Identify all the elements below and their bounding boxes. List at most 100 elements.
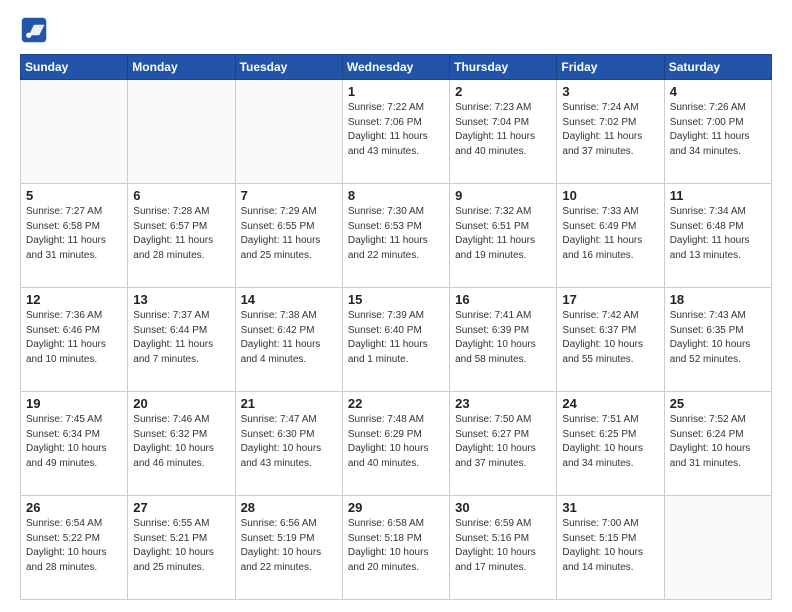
day-number: 23 bbox=[455, 396, 551, 411]
calendar-cell: 22 Sunrise: 7:48 AM Sunset: 6:29 PM Dayli… bbox=[342, 392, 449, 496]
calendar-cell: 17Sunrise: 7:42 AM Sunset: 6:37 PM Dayli… bbox=[557, 288, 664, 392]
day-info: Sunrise: 7:00 AM Sunset: 5:15 PM Dayligh… bbox=[562, 517, 658, 575]
day-number: 14 bbox=[241, 292, 337, 307]
calendar-cell: 27 Sunrise: 6:55 AM Sunset: 5:21 PM Dayli… bbox=[128, 496, 235, 600]
day-info: Sunrise: 6:55 AM Sunset: 5:21 PM Dayligh… bbox=[133, 517, 229, 575]
calendar-cell: 8 Sunrise: 7:30 AM Sunset: 6:53 PM Daylig… bbox=[342, 184, 449, 288]
calendar-cell: 3 Sunrise: 7:24 AM Sunset: 7:02 PM Daylig… bbox=[557, 80, 664, 184]
calendar-cell bbox=[128, 80, 235, 184]
day-info: Sunrise: 7:30 AM Sunset: 6:53 PM Dayligh… bbox=[348, 205, 444, 263]
day-number: 19 bbox=[26, 396, 122, 411]
calendar-cell: 6Sunrise: 7:28 AM Sunset: 6:57 PM Daylig… bbox=[128, 184, 235, 288]
day-info: Sunrise: 7:29 AM Sunset: 6:55 PM Dayligh… bbox=[241, 205, 337, 263]
week-row: 1 Sunrise: 7:22 AM Sunset: 7:06 PM Daylig… bbox=[21, 80, 772, 184]
day-info: Sunrise: 7:24 AM Sunset: 7:02 PM Dayligh… bbox=[562, 101, 658, 159]
calendar-table: SundayMondayTuesdayWednesdayThursdayFrid… bbox=[20, 54, 772, 600]
day-number: 26 bbox=[26, 500, 122, 515]
calendar-cell: 26 Sunrise: 6:54 AM Sunset: 5:22 PM Dayli… bbox=[21, 496, 128, 600]
calendar-cell: 12 Sunrise: 7:36 AM Sunset: 6:46 PM Dayli… bbox=[21, 288, 128, 392]
header bbox=[20, 16, 772, 44]
calendar-container: SundayMondayTuesdayWednesdayThursdayFrid… bbox=[0, 0, 792, 612]
calendar-cell bbox=[664, 496, 771, 600]
calendar-cell: 11 Sunrise: 7:34 AM Sunset: 6:48 PM Dayli… bbox=[664, 184, 771, 288]
dow-header: Wednesday bbox=[342, 55, 449, 80]
day-number: 31 bbox=[562, 500, 658, 515]
day-info: Sunrise: 7:34 AM Sunset: 6:48 PM Dayligh… bbox=[670, 205, 766, 263]
day-info: Sunrise: 6:58 AM Sunset: 5:18 PM Dayligh… bbox=[348, 517, 444, 575]
day-info: Sunrise: 7:52 AM Sunset: 6:24 PM Dayligh… bbox=[670, 413, 766, 471]
calendar-cell: 31 Sunrise: 7:00 AM Sunset: 5:15 PM Dayli… bbox=[557, 496, 664, 600]
week-row: 5 Sunrise: 7:27 AM Sunset: 6:58 PM Daylig… bbox=[21, 184, 772, 288]
day-number: 10 bbox=[562, 188, 658, 203]
day-number: 29 bbox=[348, 500, 444, 515]
day-number: 21 bbox=[241, 396, 337, 411]
day-info: Sunrise: 7:48 AM Sunset: 6:29 PM Dayligh… bbox=[348, 413, 444, 471]
day-info: Sunrise: 7:36 AM Sunset: 6:46 PM Dayligh… bbox=[26, 309, 122, 367]
week-row: 12 Sunrise: 7:36 AM Sunset: 6:46 PM Dayli… bbox=[21, 288, 772, 392]
day-info: Sunrise: 6:56 AM Sunset: 5:19 PM Dayligh… bbox=[241, 517, 337, 575]
day-info: Sunrise: 7:51 AM Sunset: 6:25 PM Dayligh… bbox=[562, 413, 658, 471]
day-info: Sunrise: 7:39 AM Sunset: 6:40 PM Dayligh… bbox=[348, 309, 444, 367]
calendar-cell: 30 Sunrise: 6:59 AM Sunset: 5:16 PM Dayli… bbox=[450, 496, 557, 600]
calendar-cell: 19Sunrise: 7:45 AM Sunset: 6:34 PM Dayli… bbox=[21, 392, 128, 496]
day-number: 27 bbox=[133, 500, 229, 515]
calendar-cell: 18 Sunrise: 7:43 AM Sunset: 6:35 PM Dayli… bbox=[664, 288, 771, 392]
day-info: Sunrise: 7:43 AM Sunset: 6:35 PM Dayligh… bbox=[670, 309, 766, 367]
dow-header: Sunday bbox=[21, 55, 128, 80]
day-info: Sunrise: 7:38 AM Sunset: 6:42 PM Dayligh… bbox=[241, 309, 337, 367]
day-number: 11 bbox=[670, 188, 766, 203]
days-of-week-row: SundayMondayTuesdayWednesdayThursdayFrid… bbox=[21, 55, 772, 80]
day-number: 7 bbox=[241, 188, 337, 203]
day-number: 5 bbox=[26, 188, 122, 203]
day-number: 15 bbox=[348, 292, 444, 307]
week-row: 19Sunrise: 7:45 AM Sunset: 6:34 PM Dayli… bbox=[21, 392, 772, 496]
day-info: Sunrise: 7:42 AM Sunset: 6:37 PM Dayligh… bbox=[562, 309, 658, 367]
day-info: Sunrise: 7:37 AM Sunset: 6:44 PM Dayligh… bbox=[133, 309, 229, 367]
day-info: Sunrise: 7:23 AM Sunset: 7:04 PM Dayligh… bbox=[455, 101, 551, 159]
day-number: 16 bbox=[455, 292, 551, 307]
day-number: 20 bbox=[133, 396, 229, 411]
day-info: Sunrise: 7:26 AM Sunset: 7:00 PM Dayligh… bbox=[670, 101, 766, 159]
calendar-cell: 10 Sunrise: 7:33 AM Sunset: 6:49 PM Dayli… bbox=[557, 184, 664, 288]
dow-header: Monday bbox=[128, 55, 235, 80]
day-number: 22 bbox=[348, 396, 444, 411]
day-number: 1 bbox=[348, 84, 444, 99]
day-info: Sunrise: 7:50 AM Sunset: 6:27 PM Dayligh… bbox=[455, 413, 551, 471]
day-info: Sunrise: 6:54 AM Sunset: 5:22 PM Dayligh… bbox=[26, 517, 122, 575]
day-number: 8 bbox=[348, 188, 444, 203]
day-number: 2 bbox=[455, 84, 551, 99]
calendar-cell: 7 Sunrise: 7:29 AM Sunset: 6:55 PM Daylig… bbox=[235, 184, 342, 288]
calendar-cell: 29 Sunrise: 6:58 AM Sunset: 5:18 PM Dayli… bbox=[342, 496, 449, 600]
day-number: 6 bbox=[133, 188, 229, 203]
day-info: Sunrise: 7:41 AM Sunset: 6:39 PM Dayligh… bbox=[455, 309, 551, 367]
day-number: 18 bbox=[670, 292, 766, 307]
dow-header: Saturday bbox=[664, 55, 771, 80]
calendar-cell: 1 Sunrise: 7:22 AM Sunset: 7:06 PM Daylig… bbox=[342, 80, 449, 184]
calendar-cell: 21 Sunrise: 7:47 AM Sunset: 6:30 PM Dayli… bbox=[235, 392, 342, 496]
calendar-cell bbox=[21, 80, 128, 184]
day-info: Sunrise: 7:32 AM Sunset: 6:51 PM Dayligh… bbox=[455, 205, 551, 263]
day-info: Sunrise: 7:46 AM Sunset: 6:32 PM Dayligh… bbox=[133, 413, 229, 471]
calendar-cell: 20 Sunrise: 7:46 AM Sunset: 6:32 PM Dayli… bbox=[128, 392, 235, 496]
calendar-cell: 24 Sunrise: 7:51 AM Sunset: 6:25 PM Dayli… bbox=[557, 392, 664, 496]
day-number: 28 bbox=[241, 500, 337, 515]
day-number: 24 bbox=[562, 396, 658, 411]
logo-icon bbox=[20, 16, 48, 44]
calendar-cell: 13Sunrise: 7:37 AM Sunset: 6:44 PM Dayli… bbox=[128, 288, 235, 392]
day-info: Sunrise: 7:47 AM Sunset: 6:30 PM Dayligh… bbox=[241, 413, 337, 471]
day-number: 30 bbox=[455, 500, 551, 515]
day-number: 25 bbox=[670, 396, 766, 411]
dow-header: Thursday bbox=[450, 55, 557, 80]
day-info: Sunrise: 7:22 AM Sunset: 7:06 PM Dayligh… bbox=[348, 101, 444, 159]
calendar-cell: 9 Sunrise: 7:32 AM Sunset: 6:51 PM Daylig… bbox=[450, 184, 557, 288]
calendar-cell: 28 Sunrise: 6:56 AM Sunset: 5:19 PM Dayli… bbox=[235, 496, 342, 600]
day-number: 3 bbox=[562, 84, 658, 99]
calendar-cell: 14 Sunrise: 7:38 AM Sunset: 6:42 PM Dayli… bbox=[235, 288, 342, 392]
day-info: Sunrise: 7:33 AM Sunset: 6:49 PM Dayligh… bbox=[562, 205, 658, 263]
day-number: 12 bbox=[26, 292, 122, 307]
calendar-cell: 2 Sunrise: 7:23 AM Sunset: 7:04 PM Daylig… bbox=[450, 80, 557, 184]
calendar-cell: 16 Sunrise: 7:41 AM Sunset: 6:39 PM Dayli… bbox=[450, 288, 557, 392]
day-info: Sunrise: 6:59 AM Sunset: 5:16 PM Dayligh… bbox=[455, 517, 551, 575]
day-info: Sunrise: 7:27 AM Sunset: 6:58 PM Dayligh… bbox=[26, 205, 122, 263]
day-number: 9 bbox=[455, 188, 551, 203]
